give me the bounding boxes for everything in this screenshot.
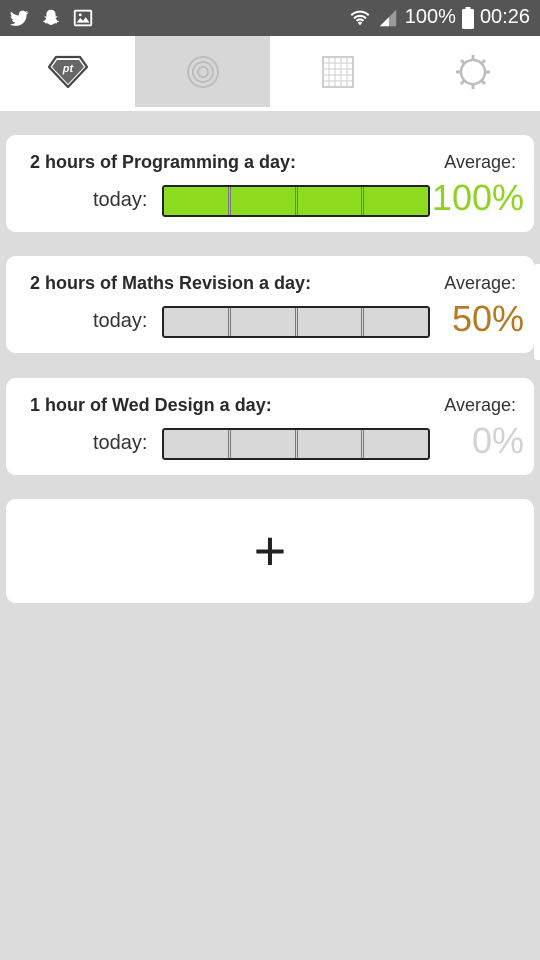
tab-calendar[interactable] <box>270 36 405 107</box>
progress-segment <box>298 430 365 458</box>
battery-percent: 100% <box>404 6 456 28</box>
snapchat-icon <box>43 9 59 25</box>
target-icon <box>186 55 219 88</box>
today-label: today: <box>93 310 148 332</box>
plus-icon: + <box>253 519 287 582</box>
average-label: Average: <box>444 152 516 172</box>
today-progress-bar[interactable] <box>162 306 430 338</box>
goal-title: 2 hours of Maths Revision a day: <box>30 273 312 293</box>
average-label: Average: <box>444 395 516 415</box>
progress-segment <box>298 308 365 336</box>
system-status: 100% 00:26 <box>349 6 530 29</box>
gear-icon <box>455 54 490 89</box>
tab-settings[interactable] <box>405 36 540 107</box>
today-progress-bar[interactable] <box>162 185 430 217</box>
today-progress-bar[interactable] <box>162 428 430 460</box>
average-label: Average: <box>444 273 516 293</box>
logo-text: pt <box>61 63 74 75</box>
progress-segment <box>297 187 365 215</box>
gallery-icon <box>73 9 93 27</box>
progress-segment <box>164 187 231 215</box>
today-label: today: <box>93 189 148 211</box>
clock: 00:26 <box>479 6 530 28</box>
notification-icons <box>8 7 94 29</box>
tab-focus[interactable] <box>135 36 270 107</box>
tab-bar: pt <box>0 36 540 111</box>
add-goal-button[interactable]: + <box>6 499 534 603</box>
scrollbar-thumb[interactable] <box>534 264 540 360</box>
wifi-icon <box>350 10 370 25</box>
status-bar: 100% 00:26 <box>0 0 540 36</box>
goal-card[interactable]: 2 hours of Maths Revision a day: Average… <box>6 256 534 353</box>
goal-card[interactable]: 1 hour of Wed Design a day: Average: tod… <box>6 378 534 475</box>
progress-segment <box>231 308 298 336</box>
average-value: 100% <box>431 177 524 218</box>
battery-icon <box>461 6 474 29</box>
average-value: 50% <box>451 298 524 339</box>
progress-segment <box>164 308 231 336</box>
tab-goals[interactable]: pt <box>0 36 135 107</box>
twitter-icon <box>10 10 29 26</box>
progress-segment <box>230 187 298 215</box>
today-label: today: <box>93 432 148 454</box>
progress-segment <box>164 430 231 458</box>
calendar-grid-icon <box>321 55 354 88</box>
progress-segment <box>231 430 298 458</box>
goal-title: 1 hour of Wed Design a day: <box>30 395 272 415</box>
average-value: 0% <box>471 420 524 461</box>
goal-title: 2 hours of Programming a day: <box>30 152 297 172</box>
goal-card[interactable]: 2 hours of Programming a day: Average: t… <box>6 135 534 232</box>
gem-logo-icon: pt <box>47 55 88 88</box>
signal-icon <box>379 9 397 26</box>
